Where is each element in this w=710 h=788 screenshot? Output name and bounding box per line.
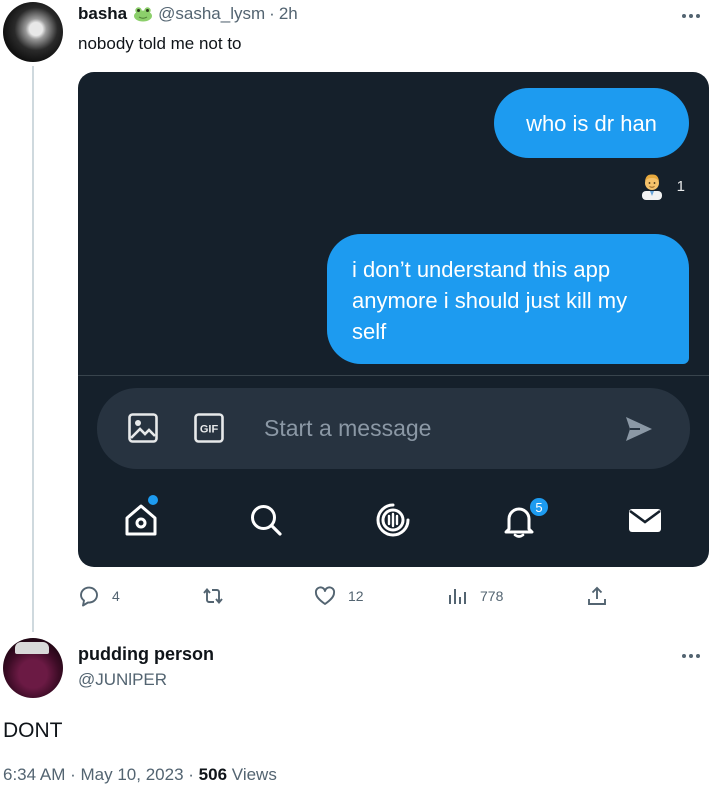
analytics-icon bbox=[449, 589, 466, 604]
spaces-icon[interactable] bbox=[375, 502, 411, 538]
message-composer: GIF bbox=[97, 388, 690, 469]
reply-count: 4 bbox=[112, 588, 120, 604]
tweet-text: nobody told me not to bbox=[78, 34, 242, 53]
author-name[interactable]: pudding person bbox=[78, 644, 214, 665]
separator-dot: · bbox=[188, 765, 194, 784]
health-worker-icon bbox=[641, 174, 662, 200]
search-icon[interactable] bbox=[248, 502, 284, 538]
svg-text:GIF: GIF bbox=[200, 424, 219, 436]
like-count: 12 bbox=[348, 588, 364, 604]
views-count: 506 bbox=[198, 765, 228, 784]
author-name[interactable]: basha bbox=[78, 4, 127, 24]
like-button[interactable]: 12 bbox=[314, 585, 364, 607]
author-handle[interactable]: @JUNlPER bbox=[78, 670, 167, 690]
home-icon[interactable] bbox=[123, 502, 159, 538]
mail-icon[interactable] bbox=[627, 502, 663, 538]
tweet-actions: 4 12 778 bbox=[78, 585, 618, 611]
tweet-media-screenshot[interactable]: who is dr han 1 i don’t understand this … bbox=[78, 72, 709, 567]
message-input[interactable] bbox=[264, 410, 594, 446]
retweet-button[interactable] bbox=[202, 585, 236, 607]
separator-dot: · bbox=[269, 4, 275, 23]
message-reaction: 1 bbox=[639, 172, 685, 200]
more-options-icon[interactable] bbox=[680, 12, 702, 20]
message-bubble: who is dr han bbox=[494, 88, 689, 158]
reply-button[interactable]: 4 bbox=[78, 585, 120, 607]
notification-badge: 5 bbox=[528, 496, 550, 518]
more-options-icon[interactable] bbox=[680, 652, 702, 660]
author-handle[interactable]: @sasha_lysm bbox=[158, 4, 265, 24]
gif-icon[interactable]: GIF bbox=[193, 412, 225, 444]
divider bbox=[78, 375, 709, 376]
views-button[interactable]: 778 bbox=[446, 585, 503, 607]
avatar[interactable] bbox=[3, 2, 63, 62]
heart-icon bbox=[314, 586, 336, 605]
reaction-count: 1 bbox=[676, 177, 685, 195]
separator-dot: · bbox=[70, 765, 76, 784]
send-icon[interactable] bbox=[624, 414, 654, 444]
tweet-header: basha @sasha_lysm · 2h bbox=[78, 4, 298, 24]
tweet-date[interactable]: May 10, 2023 bbox=[81, 765, 184, 784]
avatar[interactable] bbox=[3, 638, 63, 698]
tweet-time[interactable]: 2h bbox=[279, 4, 298, 24]
message-bubble: i don’t understand this app anymore i sh… bbox=[327, 234, 689, 364]
thread-line bbox=[32, 66, 34, 632]
reply-icon bbox=[80, 586, 98, 607]
home-notification-dot bbox=[148, 495, 158, 505]
views-count: 778 bbox=[480, 588, 504, 604]
retweet-icon bbox=[203, 588, 223, 604]
tweet-time[interactable]: 6:34 AM bbox=[3, 765, 65, 784]
image-icon[interactable] bbox=[127, 412, 159, 444]
frog-icon bbox=[134, 7, 153, 22]
share-icon bbox=[588, 586, 606, 605]
tweet-text: DONT bbox=[3, 719, 63, 742]
views-label: Views bbox=[231, 765, 277, 784]
tweet-metadata: 6:34 AM · May 10, 2023 · 506 Views bbox=[3, 765, 277, 785]
share-button[interactable] bbox=[586, 585, 608, 607]
